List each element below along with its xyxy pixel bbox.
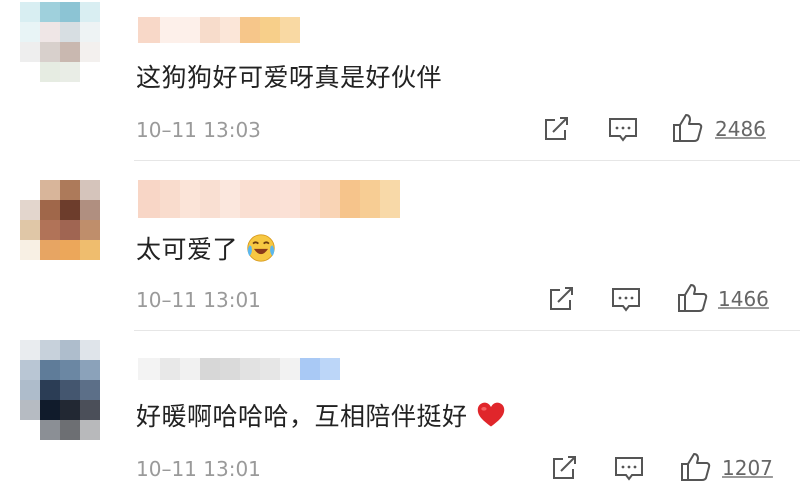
- like-icon[interactable]: [671, 112, 705, 144]
- share-icon[interactable]: [549, 454, 579, 482]
- comment-item: 这狗狗好可爱呀真是好伙伴 10–11 13:03 2486: [0, 0, 800, 165]
- comment-text-content: 太可爱了: [136, 235, 239, 264]
- reply-icon[interactable]: [613, 454, 645, 484]
- avatar[interactable]: [20, 180, 100, 260]
- username-blurred[interactable]: [138, 358, 340, 380]
- comment-time: 10–11 13:03: [136, 118, 261, 142]
- comment-text: 太可爱了: [136, 230, 276, 266]
- username-blurred[interactable]: [138, 180, 400, 218]
- comment-time: 10–11 13:01: [136, 288, 261, 312]
- laughing-crying-emoji: [247, 234, 275, 262]
- divider: [134, 330, 800, 331]
- comment-text: 这狗狗好可爱呀真是好伙伴: [136, 58, 442, 94]
- like-count[interactable]: 2486: [715, 117, 766, 141]
- divider: [134, 160, 800, 161]
- like-icon[interactable]: [679, 451, 713, 483]
- comment-text: 好暖啊哈哈哈，互相陪伴挺好: [136, 397, 506, 433]
- share-icon[interactable]: [546, 285, 576, 313]
- like-icon[interactable]: [676, 282, 710, 314]
- comment-time: 10–11 13:01: [136, 457, 261, 481]
- share-icon[interactable]: [541, 115, 571, 143]
- avatar[interactable]: [20, 340, 100, 420]
- avatar-bottom-strip: [20, 420, 100, 440]
- comment-item: 太可爱了 10–11 13:01 1466: [0, 165, 800, 333]
- reply-icon[interactable]: [607, 115, 639, 145]
- reply-icon[interactable]: [610, 285, 642, 315]
- like-count[interactable]: 1466: [718, 287, 769, 311]
- like-count[interactable]: 1207: [722, 456, 773, 480]
- avatar[interactable]: [20, 2, 100, 82]
- comment-item: 好暖啊哈哈哈，互相陪伴挺好 10–11 13:01 1207: [0, 333, 800, 499]
- red-heart-emoji: [477, 402, 504, 427]
- comment-text-content: 这狗狗好可爱呀真是好伙伴: [136, 63, 443, 92]
- comment-text-content: 好暖啊哈哈哈，互相陪伴挺好: [136, 402, 468, 431]
- username-blurred[interactable]: [138, 17, 300, 43]
